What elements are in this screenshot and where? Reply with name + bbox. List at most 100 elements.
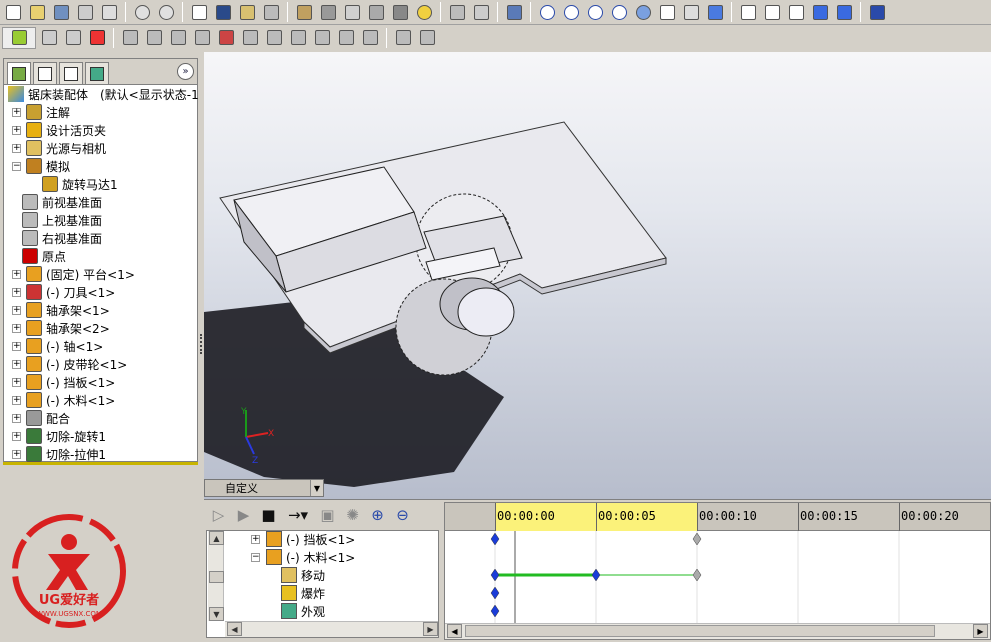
mate-icon[interactable]	[317, 1, 339, 23]
expand-toggle-icon[interactable]: +	[12, 125, 21, 135]
key-point[interactable]	[692, 568, 702, 582]
print-preview-icon[interactable]	[98, 1, 120, 23]
shaded-edges-icon[interactable]	[809, 1, 831, 23]
timeline-hscroll[interactable]: ◀ ▶	[445, 623, 990, 639]
new-document-icon[interactable]	[2, 1, 24, 23]
expand-toggle-icon[interactable]: +	[12, 323, 21, 333]
playback-mode-icon[interactable]: →▾	[283, 505, 313, 526]
timeline[interactable]: 00:00:00 00:00:05 00:00:10 00:00:15 00:00:20…	[444, 502, 991, 640]
hidden-lines-visible-icon[interactable]	[761, 1, 783, 23]
view-orientation-icon[interactable]	[704, 1, 726, 23]
expand-toggle-icon[interactable]: +	[12, 395, 21, 405]
zoom-in-out-icon[interactable]	[584, 1, 606, 23]
flatten-icon[interactable]	[416, 27, 438, 49]
display-icon[interactable]	[866, 1, 888, 23]
tree-item[interactable]: + 注解	[12, 103, 70, 121]
explode-icon[interactable]	[389, 1, 411, 23]
fold-icon[interactable]	[392, 27, 414, 49]
zoom-area-icon[interactable]	[560, 1, 582, 23]
expand-toggle-icon[interactable]: +	[12, 341, 21, 351]
scroll-right-icon[interactable]: ▶	[423, 622, 438, 636]
tree-item[interactable]: + 切除-旋转1	[12, 427, 106, 445]
configurationmanager-tab[interactable]	[59, 62, 83, 84]
key-point[interactable]	[490, 568, 500, 582]
scroll-down-icon[interactable]: ▼	[209, 607, 224, 621]
scroll-left-icon[interactable]: ◀	[447, 624, 462, 638]
appearance-tab[interactable]	[85, 62, 109, 84]
tree-item[interactable]: 原点	[22, 247, 66, 265]
open-icon[interactable]	[26, 1, 48, 23]
graphics-viewport[interactable]: X Y Z	[204, 52, 991, 499]
tree-item[interactable]: 旋转马达1	[42, 175, 118, 193]
edit-appearance-icon[interactable]	[86, 27, 108, 49]
welded-corner-icon[interactable]	[287, 27, 309, 49]
expand-toggle-icon[interactable]: +	[12, 449, 21, 459]
tree-item[interactable]: + (-) 刀具<1>	[12, 283, 115, 301]
scroll-right-icon[interactable]: ▶	[973, 624, 988, 638]
expand-toggle-icon[interactable]: +	[12, 287, 21, 297]
zoom-selection-icon[interactable]	[608, 1, 630, 23]
expand-toggle-icon[interactable]: +	[12, 269, 21, 279]
zoom-out-timeline-icon[interactable]: ⊖	[392, 505, 413, 526]
rotate-icon[interactable]	[632, 1, 654, 23]
motion-tree-row[interactable]: − (-) 木料<1>	[251, 548, 355, 566]
tree-item[interactable]: + 切除-拉伸1	[12, 445, 106, 463]
model-3d[interactable]: X Y Z	[204, 52, 991, 499]
tree-item[interactable]: + (-) 木料<1>	[12, 391, 115, 409]
jog-icon[interactable]	[215, 27, 237, 49]
rebuild-icon[interactable]	[236, 1, 258, 23]
expand-toggle-icon[interactable]: +	[251, 534, 260, 544]
tree-item[interactable]: + (-) 皮带轮<1>	[12, 355, 127, 373]
move-component-icon[interactable]	[341, 1, 363, 23]
scroll-up-icon[interactable]: ▲	[209, 531, 224, 545]
expand-toggle-icon[interactable]: +	[12, 377, 21, 387]
hidden-lines-removed-icon[interactable]	[785, 1, 807, 23]
sheet-metal-icon[interactable]	[119, 27, 141, 49]
key-point[interactable]	[692, 532, 702, 546]
print-icon[interactable]	[74, 1, 96, 23]
motion-tree-vscroll[interactable]: ▲ ▼	[208, 531, 224, 621]
tree-item[interactable]: + 轴承架<2>	[12, 319, 110, 337]
key-point[interactable]	[490, 604, 500, 618]
expand-toggle-icon[interactable]: −	[12, 161, 21, 171]
change-transparency-icon[interactable]	[62, 27, 84, 49]
options-icon[interactable]	[260, 1, 282, 23]
previous-view-icon[interactable]	[680, 1, 702, 23]
key-point[interactable]	[490, 532, 500, 546]
expand-toggle-icon[interactable]: +	[12, 359, 21, 369]
motion-tree-row[interactable]: + (-) 挡板<1>	[251, 530, 355, 548]
save-icon[interactable]	[50, 1, 72, 23]
play-icon[interactable]: ▶	[233, 505, 254, 526]
timeline-scroll-thumb[interactable]	[465, 625, 935, 637]
view-dropdown[interactable]: 自定义 ▼	[204, 479, 324, 497]
tree-item[interactable]: + 光源与相机	[12, 139, 106, 157]
play-from-start-icon[interactable]: ▷	[208, 505, 229, 526]
key-point[interactable]	[490, 586, 500, 600]
shaded-icon[interactable]	[833, 1, 855, 23]
featuremanager-tab[interactable]	[7, 62, 31, 84]
expand-toggle-icon[interactable]: +	[12, 143, 21, 153]
animation-wizard-icon[interactable]: ✺	[342, 505, 363, 526]
miter-flange-icon[interactable]	[167, 27, 189, 49]
motion-tree-hscroll[interactable]: ◀ ▶	[225, 621, 438, 637]
wireframe-icon[interactable]	[737, 1, 759, 23]
tree-item[interactable]: 前视基准面	[22, 193, 102, 211]
tree-item[interactable]: 右视基准面	[22, 229, 102, 247]
tree-item[interactable]: + (固定) 平台<1>	[12, 265, 135, 283]
tree-root[interactable]: 锯床装配体 (默认<显示状态-1	[8, 85, 199, 103]
tree-item[interactable]: − 模拟	[12, 157, 70, 175]
motion-tree-row[interactable]: 移动	[281, 566, 325, 584]
propertymanager-tab[interactable]	[33, 62, 57, 84]
macro-icon[interactable]	[446, 1, 468, 23]
help-icon[interactable]	[413, 1, 435, 23]
motion-tree-row[interactable]: 爆炸	[281, 584, 325, 602]
hide-show-icon[interactable]	[38, 27, 60, 49]
unfold-icon[interactable]	[359, 27, 381, 49]
tree-item[interactable]: 上视基准面	[22, 211, 102, 229]
closed-corner-icon[interactable]	[263, 27, 285, 49]
collapse-panel-icon[interactable]: »	[177, 63, 194, 80]
filter-icon[interactable]	[212, 1, 234, 23]
expand-toggle-icon[interactable]: −	[251, 552, 260, 562]
time-ruler[interactable]: 00:00:00 00:00:05 00:00:10 00:00:15 00:00:20	[445, 503, 990, 531]
tree-item[interactable]: + 轴承架<1>	[12, 301, 110, 319]
